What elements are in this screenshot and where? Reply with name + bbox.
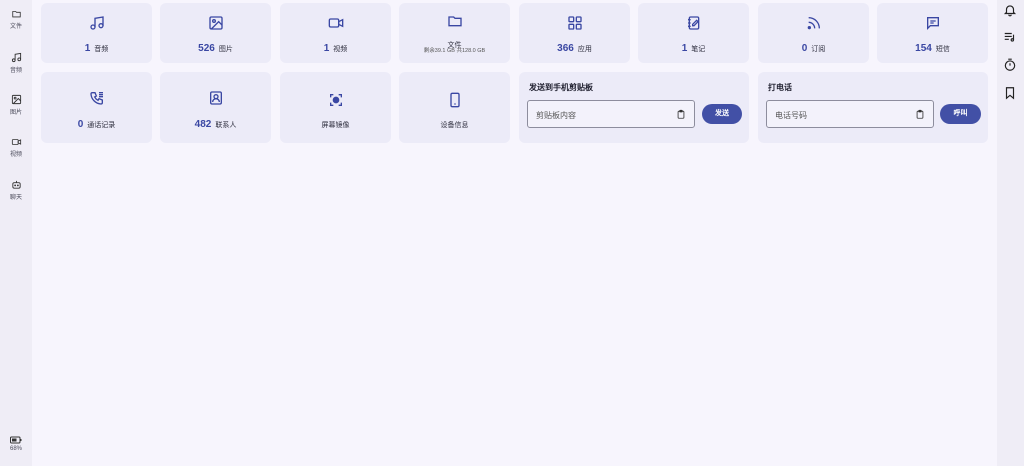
stat-label: 笔记 [691, 46, 706, 53]
stat-card-sms[interactable]: 154 短信 [877, 3, 988, 63]
tool-label: 设备信息 [440, 122, 469, 129]
stat-label: 短信 [935, 46, 950, 53]
call-button[interactable]: 呼叫 [940, 104, 981, 124]
stat-label: 应用 [577, 46, 592, 53]
call-log-icon [89, 92, 103, 105]
battery-percent: 68% [9, 446, 22, 452]
screen-mirror-icon [329, 94, 342, 106]
tool-label: 联系人 [215, 122, 237, 129]
stat-count: 0 [801, 43, 808, 54]
stat-count: 1 [84, 43, 91, 54]
stat-card-feeds[interactable]: 0 订阅 [758, 3, 869, 63]
tool-card-contacts[interactable]: 482 联系人 [160, 72, 271, 143]
stat-card-notes[interactable]: 1 笔记 [638, 3, 749, 63]
bell-icon[interactable] [1003, 3, 1017, 17]
tool-label: 屏幕镜像 [321, 122, 350, 129]
stat-count: 1 [681, 43, 688, 54]
playlist-icon[interactable] [1003, 30, 1017, 44]
notebook-icon [687, 16, 699, 30]
call-panel: 打电话 电话号码 呼叫 [758, 72, 988, 143]
paste-icon[interactable] [915, 109, 925, 120]
image-icon [11, 94, 21, 105]
phone-device-icon [449, 92, 460, 108]
tool-card-call-log[interactable]: 0 通话记录 [41, 72, 152, 143]
stat-count: 366 [557, 43, 574, 54]
stat-label: 视频 [333, 46, 348, 53]
tool-card-screen-mirror[interactable]: 屏幕镜像 [280, 72, 391, 143]
nav-label: 视频 [9, 152, 22, 158]
stat-count: 154 [915, 43, 932, 54]
folder-icon [11, 11, 21, 18]
contact-icon [209, 91, 222, 105]
phone-number-placeholder: 电话号码 [775, 111, 807, 120]
clipboard-title: 发送到手机剪贴板 [529, 83, 593, 92]
stat-card-images[interactable]: 526 图片 [160, 3, 271, 63]
apps-grid-icon [567, 16, 582, 30]
music-note-icon [89, 16, 104, 30]
image-icon [208, 16, 223, 30]
storage-info: 剩余39.1 GB 共128.0 GB [423, 48, 486, 54]
music-note-icon [11, 52, 21, 63]
nav-item-files[interactable]: 文件 [0, 9, 32, 30]
nav-label: 聊天 [9, 195, 22, 201]
call-title: 打电话 [768, 83, 792, 92]
battery-status: 68% [0, 436, 32, 452]
folder-icon [447, 16, 462, 27]
clipboard-input[interactable]: 剪贴板内容 [527, 100, 695, 128]
stat-count: 526 [198, 43, 215, 54]
nav-item-video[interactable]: 视频 [0, 137, 32, 158]
nav-item-audio[interactable]: 音频 [0, 52, 32, 74]
video-icon [328, 18, 343, 28]
nav-label: 音频 [9, 68, 22, 74]
stat-label: 音频 [94, 46, 109, 53]
nav-label: 图片 [9, 110, 22, 116]
stat-card-video[interactable]: 1 视频 [280, 3, 391, 63]
rss-icon [807, 17, 820, 30]
right-toolbar [997, 0, 1024, 466]
battery-icon [10, 436, 22, 444]
stat-count: 1 [323, 43, 330, 54]
tool-label: 通话记录 [87, 122, 116, 129]
nav-item-chat[interactable]: 聊天 [0, 179, 32, 201]
tool-count: 482 [194, 119, 212, 130]
timer-icon[interactable] [1003, 58, 1017, 72]
stat-card-audio[interactable]: 1 音频 [41, 3, 152, 63]
phone-number-input[interactable]: 电话号码 [766, 100, 934, 128]
clipboard-panel: 发送到手机剪贴板 剪贴板内容 发送 [519, 72, 749, 143]
stat-card-apps[interactable]: 366 应用 [519, 3, 630, 63]
stat-label: 图片 [218, 46, 233, 53]
bookmark-icon[interactable] [1003, 86, 1017, 100]
stat-card-files[interactable]: 文件 剩余39.1 GB 共128.0 GB [399, 3, 510, 63]
tool-count: 0 [77, 119, 84, 130]
robot-chat-icon [11, 180, 21, 189]
clipboard-placeholder: 剪贴板内容 [536, 111, 576, 120]
nav-item-images[interactable]: 图片 [0, 94, 32, 116]
tool-card-device-info[interactable]: 设备信息 [399, 72, 510, 143]
stat-label: 订阅 [811, 46, 826, 53]
nav-label: 文件 [9, 24, 22, 30]
paste-icon[interactable] [676, 109, 686, 120]
left-nav-rail: 文件 音频 图片 视频 聊天 68% [0, 0, 32, 466]
video-icon [11, 139, 21, 145]
message-icon [926, 17, 939, 30]
send-button[interactable]: 发送 [702, 104, 742, 124]
